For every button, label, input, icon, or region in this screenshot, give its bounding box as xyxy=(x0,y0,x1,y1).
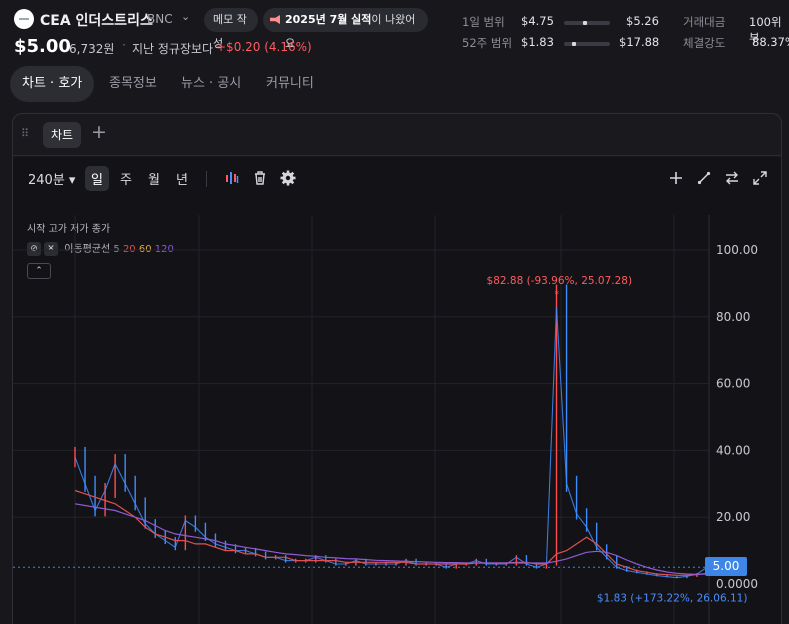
day-range-bar xyxy=(564,21,610,25)
chevron-down-icon[interactable]: ⌄ xyxy=(181,10,190,23)
y-tick-label: 100.00 xyxy=(716,243,758,257)
y-tick-label: 40.00 xyxy=(716,443,750,457)
price-chart[interactable]: 100.00 80.00 60.00 40.00 20.00 0.0000 $82.88 (… xyxy=(13,157,782,624)
last-price-tag: 5.00 xyxy=(705,557,747,577)
day-range-label: 1일 범위 xyxy=(462,15,505,29)
year-range-marker xyxy=(572,42,577,46)
price-line xyxy=(74,306,708,579)
plus-icon[interactable]: + xyxy=(91,121,107,143)
current-price: $5.00 xyxy=(14,36,71,57)
price-change: +$0.20 (4.16%) xyxy=(216,40,312,54)
megaphone-icon xyxy=(270,15,280,24)
chart-area[interactable]: 240분 ▾ 일 주 월 년 시작 고가 저가 종가 ⊘ ✕ 이동평균선 20 … xyxy=(13,157,782,624)
stock-name[interactable]: CEA 인더스트리스 xyxy=(40,10,153,30)
exchange-label: BNC xyxy=(147,12,173,26)
year-range-low: $1.83 xyxy=(521,35,554,49)
company-logo xyxy=(14,9,34,29)
y-tick-label: 0.0000 xyxy=(716,577,758,591)
main-tabs: 차트 · 호가 종목정보 뉴스 · 공시 커뮤니티 xyxy=(0,66,789,104)
earnings-news-pill[interactable]: 2025년 7월 실적이 나왔어요 xyxy=(263,8,428,50)
stock-header: CEA 인더스트리스 BNC ⌄ 메모 작성 2025년 7월 실적이 나왔어요… xyxy=(0,0,789,64)
year-range-label: 52주 범위 xyxy=(462,36,513,50)
day-range-low: $4.75 xyxy=(521,14,554,28)
year-range-bar xyxy=(564,42,610,46)
memo-button[interactable]: 메모 작성 xyxy=(204,8,258,50)
tab-chart-quote[interactable]: 차트 · 호가 xyxy=(10,66,95,102)
separator-dot: · xyxy=(122,38,126,52)
tab-news[interactable]: 뉴스 · 공시 xyxy=(181,66,241,102)
news-highlight: 2025년 7월 실적 xyxy=(285,13,372,26)
prev-close-label: 지난 정규장보다 xyxy=(132,42,214,56)
range-summary: 1일 범위 $4.75 $5.26 52주 범위 $1.83 $17.88 거래… xyxy=(462,14,789,54)
y-tick-label: 20.00 xyxy=(716,510,750,524)
price-krw: 6,732원 xyxy=(69,42,115,56)
chart-panel-header: ⠿ 차트 + xyxy=(13,114,781,156)
tab-stock-info[interactable]: 종목정보 xyxy=(109,66,157,102)
volume-label: 거래대금 xyxy=(683,15,726,29)
chart-subtab[interactable]: 차트 xyxy=(43,122,81,148)
y-tick-label: 60.00 xyxy=(716,377,750,391)
tab-community[interactable]: 커뮤니티 xyxy=(266,66,314,102)
year-range-high: $17.88 xyxy=(619,35,660,49)
day-range-marker xyxy=(582,21,587,25)
low-annotation: $1.83 (+173.22%, 26.06.11) xyxy=(597,593,748,605)
day-range-high: $5.26 xyxy=(626,14,659,28)
high-annotation: $82.88 (-93.96%, 25.07.28) xyxy=(487,275,633,287)
high-marker: * xyxy=(555,290,560,300)
y-tick-label: 80.00 xyxy=(716,310,750,324)
strength-label: 체결강도 xyxy=(683,36,726,50)
chart-panel: ⠿ 차트 + 240분 ▾ 일 주 월 년 시작 고가 저가 종가 ⊘ ✕ 이동… xyxy=(12,113,782,624)
drag-handle-icon[interactable]: ⠿ xyxy=(21,127,30,140)
strength-value: 88.37% xyxy=(752,35,789,49)
